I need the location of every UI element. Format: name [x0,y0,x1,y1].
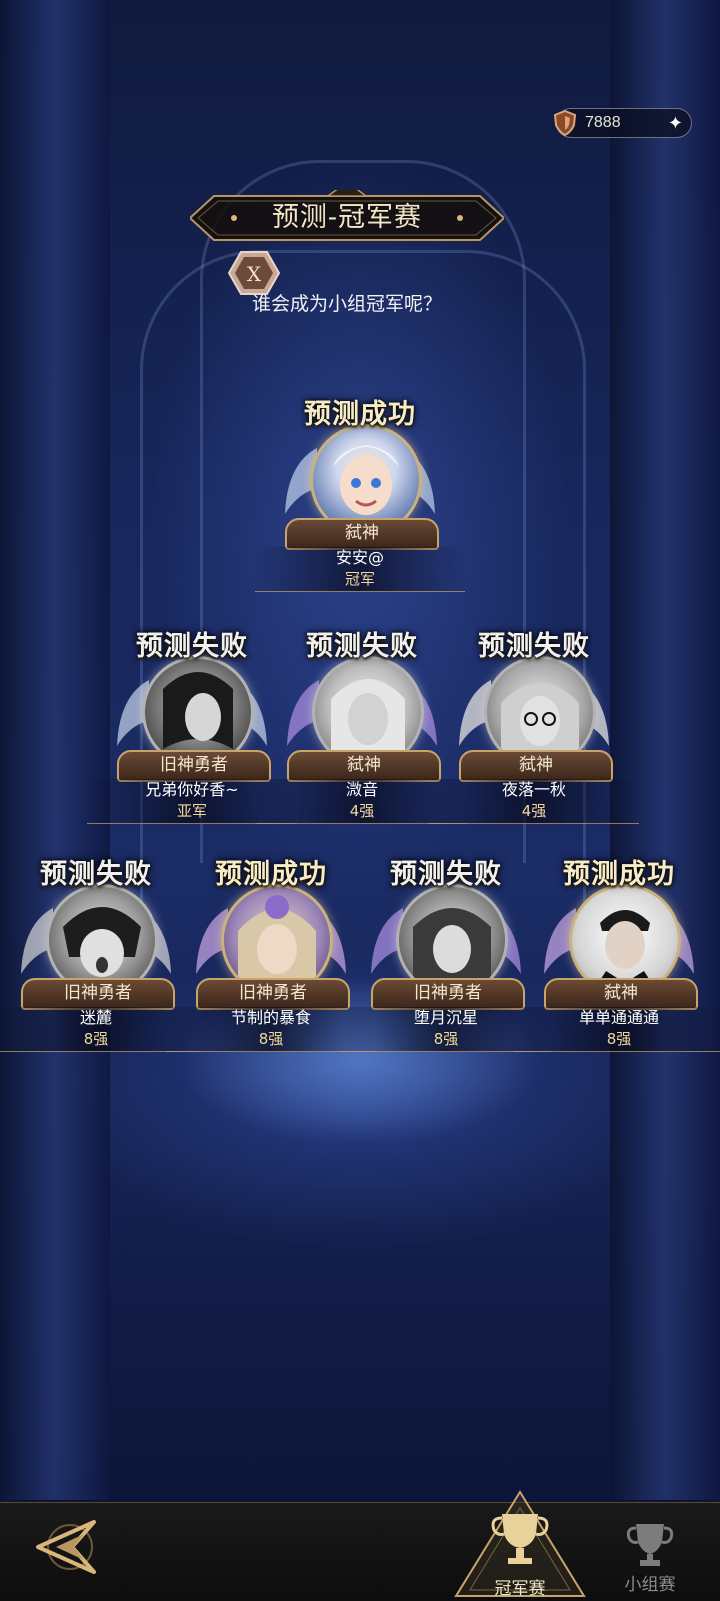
tab-champion-match[interactable]: 冠军赛 [452,1490,588,1600]
rank-title: 弑神 [544,978,698,1010]
player-placement: 4强 [429,801,639,824]
tab-group-label: 小组赛 [624,1575,676,1595]
rank-title: 旧神勇者 [371,978,525,1010]
svg-text:X: X [247,262,262,286]
rank-title: 旧神勇者 [117,750,271,782]
background-arch-outer [140,250,586,953]
prediction-result: 预测失败 [478,631,590,662]
tab-champion-label: 冠军赛 [494,1579,546,1599]
prediction-result: 预测失败 [390,859,502,890]
prediction-result: 预测成功 [304,399,416,430]
rank-title: 旧神勇者 [196,978,350,1010]
right-pillar [610,0,720,1500]
prediction-result: 预测失败 [136,631,248,662]
prediction-result: 预测成功 [563,859,675,890]
currency-display[interactable]: 7888 ✦ [553,108,692,138]
shield-coin-icon [553,110,577,136]
prediction-result: 预测失败 [40,859,152,890]
left-pillar [0,0,110,1500]
tab-group-stage[interactable]: 小组赛 [610,1518,690,1598]
player-name: 安安@ [255,547,465,569]
back-arrow-icon[interactable] [34,1512,104,1582]
trophy-icon [626,1524,674,1566]
page-title: 预测-冠军赛 [271,202,423,233]
title-banner: 预测-冠军赛 [190,190,504,246]
player-placement: 冠军 [255,569,465,592]
rank-title: 弑神 [287,750,441,782]
player-name: 夜落一秋 [429,779,639,801]
prediction-result: 预测失败 [306,631,418,662]
player-placement: 8强 [514,1029,720,1052]
currency-amount: 7888 [585,114,621,131]
player-name: 单单通通通 [514,1007,720,1029]
rank-title: 旧神勇者 [21,978,175,1010]
prediction-result: 预测成功 [215,859,327,890]
sparkle-icon[interactable]: ✦ [668,113,683,134]
rank-title: 弑神 [459,750,613,782]
prediction-question: 谁会成为小组冠军呢？ [252,293,443,315]
rank-title: 弑神 [285,518,439,550]
